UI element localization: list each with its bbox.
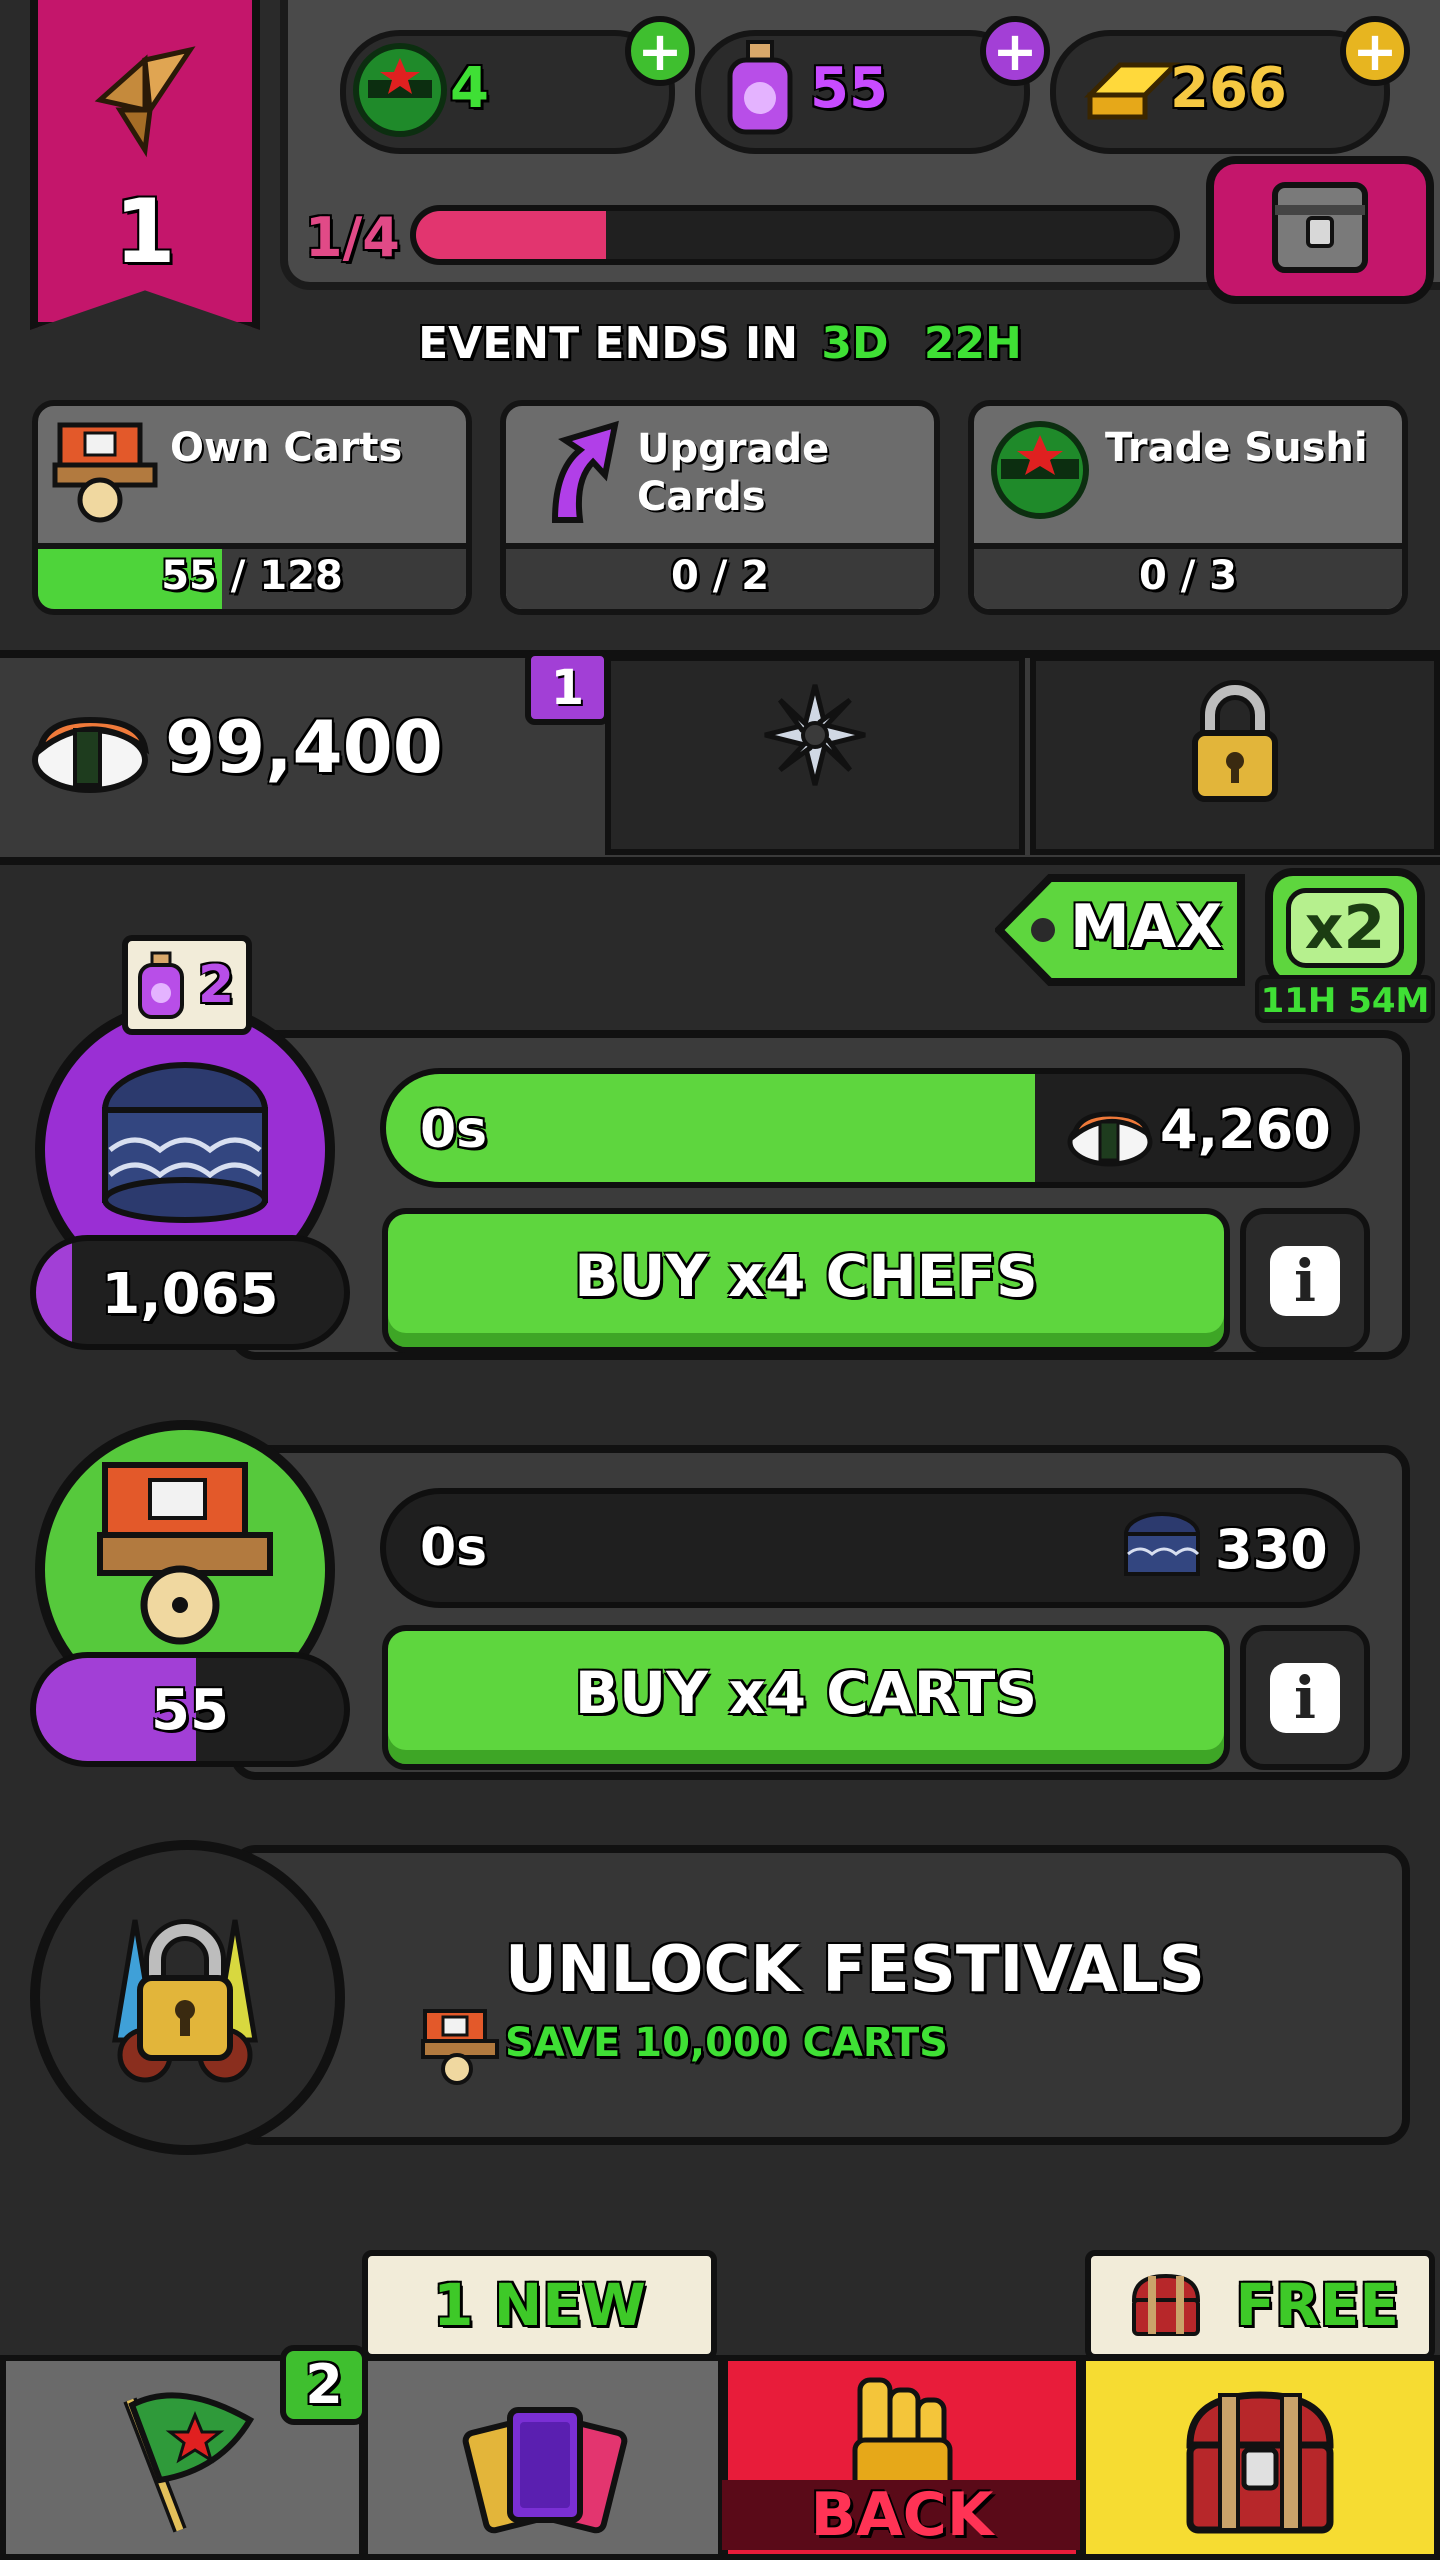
carts-count: 55 bbox=[151, 1678, 229, 1743]
max-label: MAX bbox=[1070, 892, 1223, 962]
gold-bar-icon bbox=[1080, 55, 1182, 125]
chest-free-tag: FREE bbox=[1085, 2250, 1435, 2360]
buy-carts-label: BUY x4 CARTS bbox=[574, 1658, 1038, 1727]
chefs-potion-badge: 2 bbox=[122, 935, 252, 1035]
level-progress-bar bbox=[410, 205, 1180, 265]
mission-progress-trade-sushi: 0 / 3 bbox=[1138, 553, 1238, 599]
chefs-info-button[interactable]: i bbox=[1240, 1208, 1370, 1353]
upgrade-arrow-icon bbox=[525, 410, 625, 530]
carts-cost: 330 bbox=[1215, 1518, 1328, 1581]
boost-timer: 11H 54M bbox=[1255, 975, 1435, 1023]
sushi-total: 99,400 bbox=[165, 705, 443, 789]
chefs-timer: 0s bbox=[420, 1100, 488, 1160]
shuriken-icon bbox=[760, 680, 870, 790]
carts-info-button[interactable]: i bbox=[1240, 1625, 1370, 1770]
festival-rocket-icon bbox=[85, 1890, 285, 2090]
back-label: BACK bbox=[722, 2480, 1082, 2550]
crane-icon bbox=[90, 40, 200, 160]
event-hours: 22H bbox=[923, 318, 1022, 369]
sushi-icon bbox=[20, 680, 160, 800]
chefs-badge-count: 2 bbox=[198, 955, 235, 1015]
buy-chefs-button[interactable]: BUY x4 CHEFS bbox=[382, 1208, 1230, 1353]
padlock-icon bbox=[1185, 675, 1285, 805]
festival-title: UNLOCK FESTIVALS bbox=[505, 1933, 1205, 2007]
noodle-cart-icon bbox=[45, 415, 165, 525]
festival-requirement: SAVE 10,000 CARTS bbox=[505, 2020, 948, 2066]
noodle-cart-icon bbox=[415, 2005, 505, 2085]
treasure-chest-icon bbox=[1170, 2375, 1350, 2545]
chest-free-label: FREE bbox=[1235, 2271, 1399, 2339]
add-potions-button[interactable]: + bbox=[980, 16, 1050, 86]
mission-title-own-carts: Own Carts bbox=[170, 425, 403, 471]
potion-jar-icon bbox=[720, 38, 800, 138]
treasure-chest-icon bbox=[1131, 2273, 1201, 2336]
buy-carts-button[interactable]: BUY x4 CARTS bbox=[382, 1625, 1230, 1770]
level-progress-text: 1/4 bbox=[305, 206, 400, 269]
boost-x2-button[interactable]: x2 bbox=[1265, 868, 1425, 988]
info-icon: i bbox=[1270, 1662, 1340, 1733]
ninja-mask-icon bbox=[985, 415, 1095, 525]
chefs-cost: 4,260 bbox=[1160, 1098, 1331, 1161]
flag-icon bbox=[110, 2380, 260, 2540]
carts-timer-bar bbox=[380, 1488, 1360, 1608]
chef-hat-icon bbox=[1120, 1508, 1205, 1588]
noodle-cart-icon bbox=[80, 1450, 290, 1650]
currency-masks-value: 4 bbox=[450, 56, 489, 121]
cards-icon bbox=[460, 2400, 630, 2540]
level-progress-fill bbox=[416, 211, 606, 259]
potion-jar-icon bbox=[138, 951, 184, 1019]
reward-chest-button[interactable] bbox=[1200, 150, 1440, 310]
chef-hat-icon bbox=[90, 1050, 280, 1230]
buy-chefs-label: BUY x4 CHEFS bbox=[574, 1241, 1038, 1310]
mission-progress-own-carts: 55 / 128 bbox=[161, 553, 343, 599]
mission-progress-upgrade-cards: 0 / 2 bbox=[670, 553, 770, 599]
slot-badge: 1 bbox=[525, 650, 610, 725]
event-timer: EVENT ENDS IN 3D 22H bbox=[0, 318, 1440, 369]
sushi-icon bbox=[1060, 1090, 1160, 1170]
chefs-count: 1,065 bbox=[101, 1262, 279, 1327]
mission-title-trade-sushi: Trade Sushi bbox=[1105, 425, 1368, 471]
info-icon: i bbox=[1270, 1245, 1340, 1316]
currency-potions-value: 55 bbox=[810, 56, 888, 121]
add-gold-button[interactable]: + bbox=[1340, 16, 1410, 86]
boost-x2-label: x2 bbox=[1285, 888, 1405, 968]
event-ends-label: EVENT ENDS IN bbox=[418, 318, 799, 369]
event-days: 3D bbox=[821, 318, 889, 369]
flag-badge: 2 bbox=[280, 2345, 368, 2425]
cards-new-tag: 1 NEW bbox=[362, 2250, 717, 2360]
max-button[interactable]: MAX bbox=[995, 870, 1245, 990]
mission-title-upgrade-cards: Upgrade Cards bbox=[637, 426, 830, 520]
add-masks-button[interactable]: + bbox=[625, 16, 695, 86]
currency-gold-value: 266 bbox=[1170, 56, 1287, 121]
carts-timer: 0s bbox=[420, 1518, 488, 1578]
level-number: 1 bbox=[114, 180, 176, 283]
ninja-mask-icon bbox=[350, 40, 450, 140]
